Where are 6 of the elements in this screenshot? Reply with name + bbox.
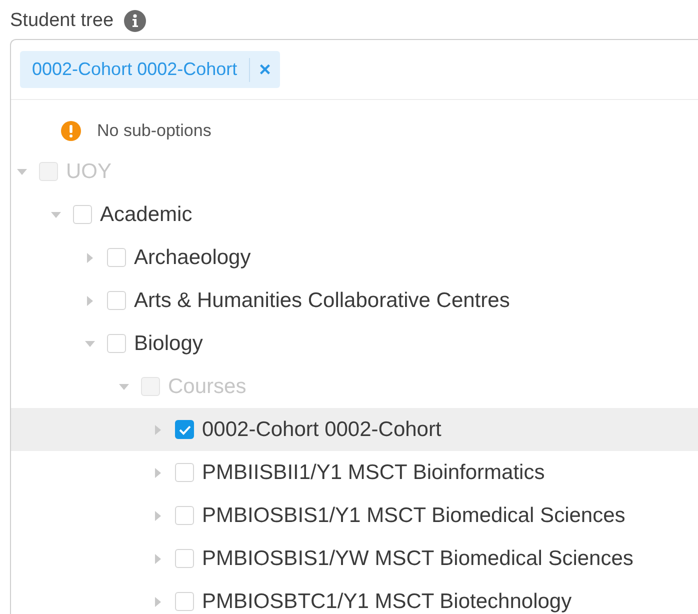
notice-text: No sub-options (97, 120, 212, 142)
check-icon (178, 424, 190, 434)
warning-icon (61, 121, 81, 141)
tag-label: 0002-Cohort 0002-Cohort (31, 58, 238, 81)
field-label: Student tree (10, 8, 114, 33)
info-icon (124, 10, 146, 32)
